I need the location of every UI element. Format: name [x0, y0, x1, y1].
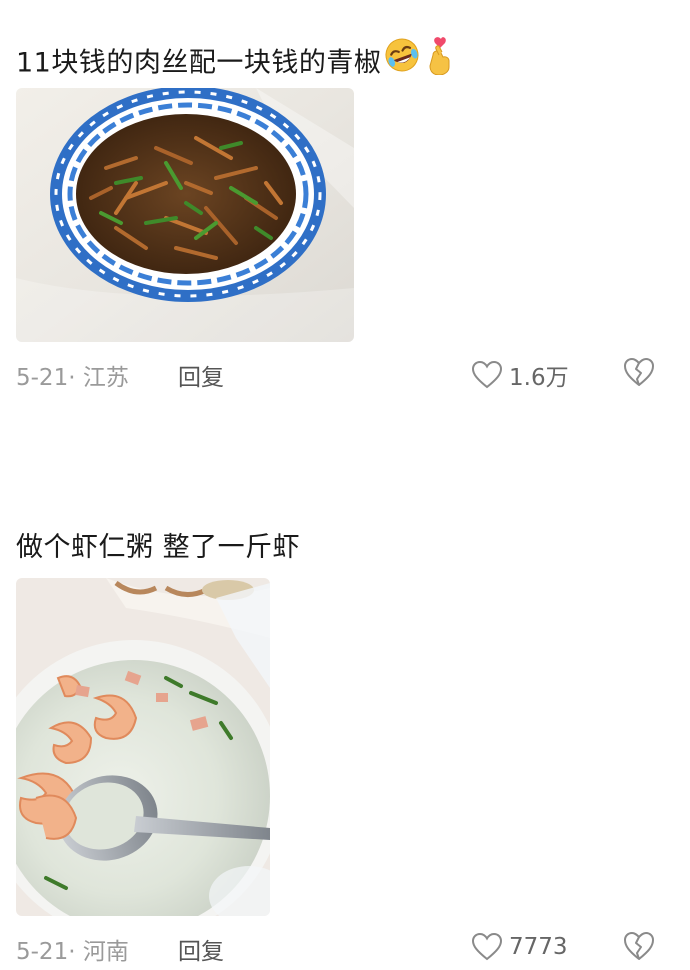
like-button[interactable]: 1.6万: [471, 358, 569, 392]
comment-photo-congee[interactable]: [16, 578, 270, 916]
reply-button[interactable]: 回复: [178, 932, 224, 966]
comment-meta: 5-21· 江苏 回复 1.6万: [16, 352, 674, 396]
comment-meta: 5-21· 河南 回复 7773: [16, 926, 674, 970]
broken-heart-icon: [622, 356, 656, 388]
comment-body: 做个虾仁粥 整了一斤虾: [16, 528, 674, 570]
comment-text: 做个虾仁粥 整了一斤虾: [16, 532, 301, 563]
like-count: 7773: [509, 934, 568, 960]
broken-heart-icon: [622, 930, 656, 962]
like-count: 1.6万: [509, 365, 569, 391]
heart-icon: [471, 360, 503, 390]
comment-item: 做个虾仁粥 整了一斤虾 5-21· 河南 回复 7773: [16, 528, 674, 970]
comment-item: 11块钱的肉丝配一块钱的青椒 5-21· 江苏 回复 1.6万: [16, 37, 674, 396]
comment-date-location: 5-21· 江苏: [16, 365, 129, 391]
dislike-button[interactable]: [622, 356, 656, 388]
heart-icon: [471, 932, 503, 962]
comment-body: 11块钱的肉丝配一块钱的青椒: [16, 37, 674, 80]
reply-button[interactable]: 回复: [178, 358, 224, 392]
like-button[interactable]: 7773: [471, 932, 568, 962]
comment-date-location: 5-21· 河南: [16, 939, 129, 965]
finger-heart-emoji-icon: [423, 35, 457, 87]
dislike-button[interactable]: [622, 930, 656, 962]
comment-text: 11块钱的肉丝配一块钱的青椒: [16, 47, 382, 79]
comment-photo-pork[interactable]: [16, 88, 354, 342]
rolling-laughing-emoji-icon: [383, 36, 421, 86]
